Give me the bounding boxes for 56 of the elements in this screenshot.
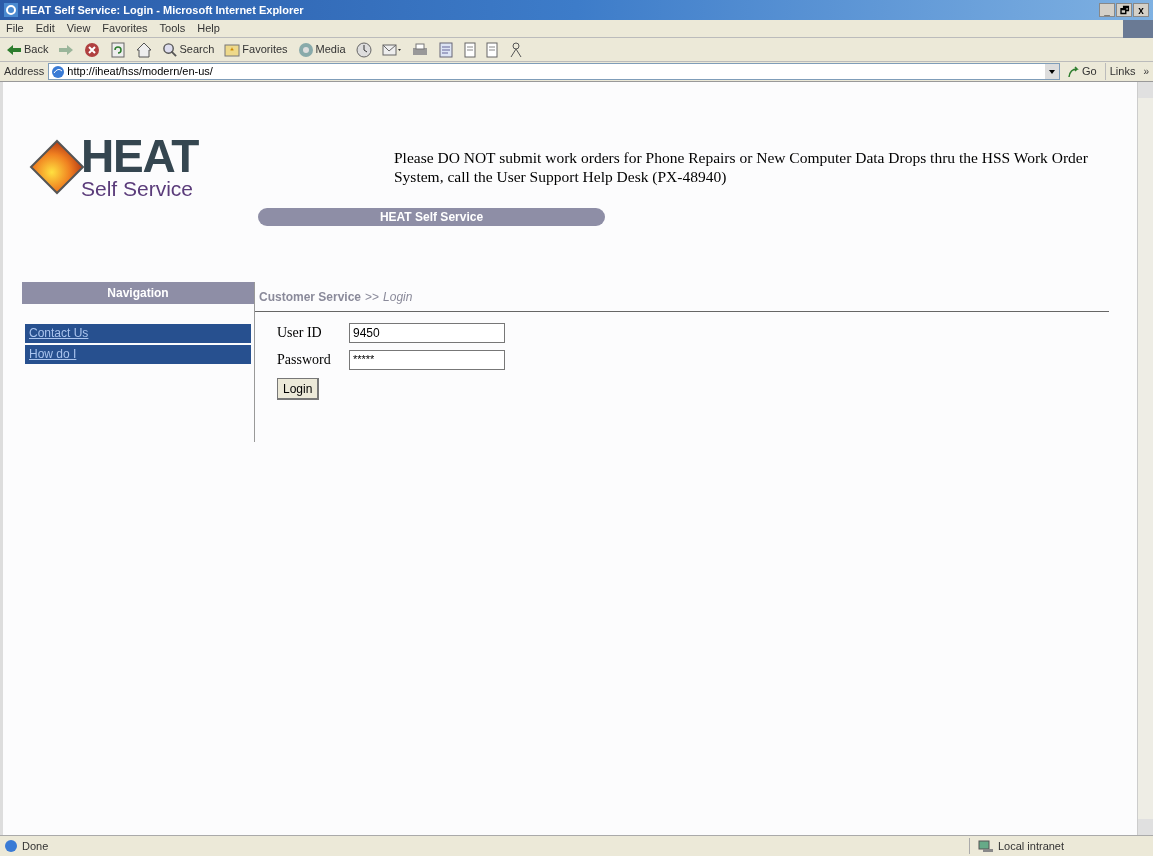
links-button[interactable]: Links (1104, 63, 1140, 80)
menu-item[interactable]: File (0, 20, 30, 37)
go-button[interactable]: Go (1064, 63, 1101, 80)
window-title: HEAT Self Service: Login - Microsoft Internet Explorer (22, 2, 304, 18)
toolbar-button[interactable] (379, 42, 404, 57)
login-button[interactable]: Login (277, 378, 320, 400)
menu-item[interactable]: View (60, 20, 97, 37)
menu-item[interactable]: Favorites (96, 20, 154, 37)
toolbar-button[interactable]: Favorites (222, 41, 290, 58)
more-chevron[interactable]: » (1143, 64, 1149, 79)
address-field[interactable]: http://iheat/hss/modern/en-us/ (48, 63, 1061, 80)
navigation-link[interactable]: How do I (25, 345, 251, 364)
notice-text: Please DO NOT submit work orders for Phone Repairs or New Computer Data Drops thru the HSS Work Order System, call the User Support Help Desk (PX-48940) (394, 148, 1089, 187)
window-control-button[interactable]: _ (1099, 3, 1115, 17)
forward-arrow-icon (58, 43, 75, 56)
refresh-icon (110, 41, 127, 58)
media-icon (297, 41, 314, 58)
window-control-button[interactable]: 🗗 (1116, 3, 1132, 17)
network-icon (978, 839, 994, 853)
home-icon (136, 41, 153, 58)
menu-item[interactable]: Edit (29, 20, 61, 37)
page-globe-icon (51, 64, 66, 79)
scrollbar[interactable] (1137, 82, 1153, 835)
stop-icon (84, 41, 101, 58)
clock-icon (355, 41, 372, 58)
go-arrow-icon (1068, 65, 1081, 78)
toolbar-button[interactable]: Media (295, 41, 348, 58)
user-id-field[interactable]: 9450 (349, 322, 505, 343)
mail-icon (381, 42, 402, 57)
breadcrumb-separator: >> (365, 288, 380, 306)
status-text: Done (22, 838, 49, 854)
user-id-label: User ID (277, 324, 323, 342)
menu-item[interactable]: Help (191, 20, 226, 37)
navigation-link[interactable]: Contact Us (25, 324, 251, 343)
address-label: Address (4, 64, 45, 80)
toolbar-button[interactable]: Search (160, 41, 217, 58)
password-field[interactable]: ***** (349, 349, 505, 370)
logo-tagline: Self Service (81, 178, 195, 200)
page-globe-icon (4, 839, 18, 853)
breadcrumb-current: Login (383, 288, 413, 306)
zone-text: Local intranet (998, 838, 1065, 854)
back-arrow-icon (6, 43, 22, 56)
toolbar-button[interactable] (353, 41, 374, 58)
toolbar-button[interactable]: Back (4, 41, 51, 58)
page-icon (485, 41, 498, 58)
browser-icon (4, 3, 18, 17)
logo-wordmark: HEAT (81, 134, 199, 178)
search-icon (162, 42, 178, 57)
banner-bar: HEAT Self Service (258, 208, 605, 226)
page-icon (463, 41, 476, 58)
window-control-button[interactable]: x (1133, 3, 1149, 17)
printer-icon (411, 42, 428, 57)
menu-item[interactable]: Tools (153, 20, 192, 37)
navigation-header: Navigation (22, 282, 254, 304)
password-label: Password (277, 351, 332, 369)
document-icon (437, 41, 454, 58)
